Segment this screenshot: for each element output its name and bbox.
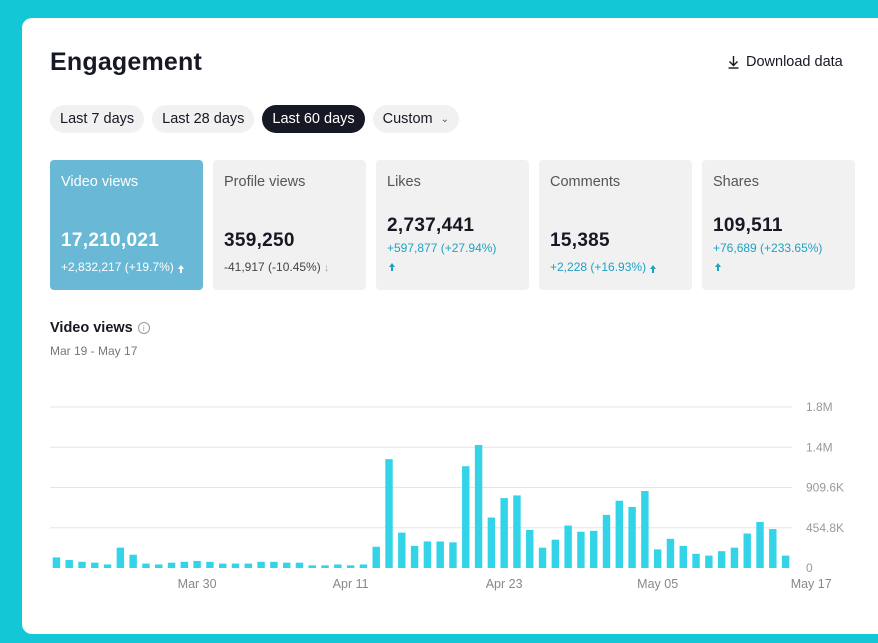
chart-bar[interactable] xyxy=(538,547,547,568)
chart-bar[interactable] xyxy=(641,491,649,568)
chart-bar[interactable] xyxy=(270,561,278,568)
chart-bar[interactable] xyxy=(218,563,227,568)
chart-bar[interactable] xyxy=(321,565,329,568)
chart-bar[interactable] xyxy=(91,562,99,568)
chart-bar[interactable] xyxy=(65,560,73,568)
chart-bar[interactable] xyxy=(577,531,585,568)
chart-bar[interactable] xyxy=(244,563,253,568)
chart-bar[interactable] xyxy=(410,545,419,568)
chart-bar[interactable] xyxy=(769,529,777,568)
chart-bar[interactable] xyxy=(513,495,521,568)
y-tick-label: 0 xyxy=(806,561,813,575)
chart-bar[interactable] xyxy=(730,547,739,568)
x-tick-label: May 05 xyxy=(637,577,678,591)
chart-bar[interactable] xyxy=(781,555,790,568)
chart-bar[interactable] xyxy=(436,541,444,568)
chart-bar[interactable] xyxy=(526,529,534,568)
chart-bar[interactable] xyxy=(78,561,86,568)
y-tick-label: 1.4M xyxy=(806,440,833,454)
chart-bar[interactable] xyxy=(206,561,214,568)
y-tick-label: 454.8K xyxy=(806,521,844,535)
chart-bar[interactable] xyxy=(52,557,61,568)
chart-bar[interactable] xyxy=(231,563,240,568)
chart-bar[interactable] xyxy=(359,564,368,568)
x-tick-label: Apr 23 xyxy=(486,577,523,591)
chart-bar[interactable] xyxy=(385,459,393,568)
chart-bar[interactable] xyxy=(692,553,700,568)
chart-bar[interactable] xyxy=(628,506,636,568)
chart-bar[interactable] xyxy=(474,444,483,568)
chart-bar[interactable] xyxy=(193,560,201,568)
y-tick-label: 909.6K xyxy=(806,481,844,495)
chart-bar[interactable] xyxy=(334,564,342,568)
chart-bar[interactable] xyxy=(129,554,137,568)
chart-bar[interactable] xyxy=(180,561,189,568)
chart-bar[interactable] xyxy=(295,562,304,568)
engagement-panel: Engagement Download data Last 7 days Las… xyxy=(22,18,878,634)
chart-bar[interactable] xyxy=(308,565,316,568)
chart-bar[interactable] xyxy=(398,532,406,568)
y-tick-label: 1.8M xyxy=(806,400,833,414)
chart-bar[interactable] xyxy=(717,551,726,568)
chart-bar[interactable] xyxy=(167,562,176,568)
chart-bar[interactable] xyxy=(372,546,380,568)
chart-bar[interactable] xyxy=(666,538,675,568)
chart-bar[interactable] xyxy=(423,541,432,568)
chart-bar[interactable] xyxy=(103,564,112,568)
chart-bar[interactable] xyxy=(602,514,611,568)
video-views-bar-chart: 0 454.8K 909.6K 1.4M 1.8M Mar 30 Apr 11 Apr 23 M… xyxy=(50,400,844,591)
chart-bar[interactable] xyxy=(551,539,560,568)
x-tick-label: Mar 30 xyxy=(178,577,217,591)
chart-bar[interactable] xyxy=(615,500,624,568)
chart-bar[interactable] xyxy=(589,530,598,568)
chart-bar[interactable] xyxy=(282,562,291,568)
chart-bar[interactable] xyxy=(346,565,355,568)
chart-bar[interactable] xyxy=(155,564,163,568)
chart-bar[interactable] xyxy=(564,525,572,568)
chart-bar[interactable] xyxy=(462,466,470,568)
chart-bar[interactable] xyxy=(449,542,457,568)
chart-bar[interactable] xyxy=(116,547,125,568)
x-tick-label: May 17 xyxy=(791,577,832,591)
chart-bar[interactable] xyxy=(500,498,508,568)
chart-bar[interactable] xyxy=(487,517,496,568)
chart-bar[interactable] xyxy=(679,545,687,568)
chart-bar[interactable] xyxy=(257,561,265,568)
chart-bar[interactable] xyxy=(705,555,713,568)
chart-bar[interactable] xyxy=(653,549,662,568)
chart-bar[interactable] xyxy=(756,521,764,568)
chart-bar[interactable] xyxy=(743,533,751,568)
chart-bar[interactable] xyxy=(142,563,150,568)
x-tick-label: Apr 11 xyxy=(333,577,369,591)
